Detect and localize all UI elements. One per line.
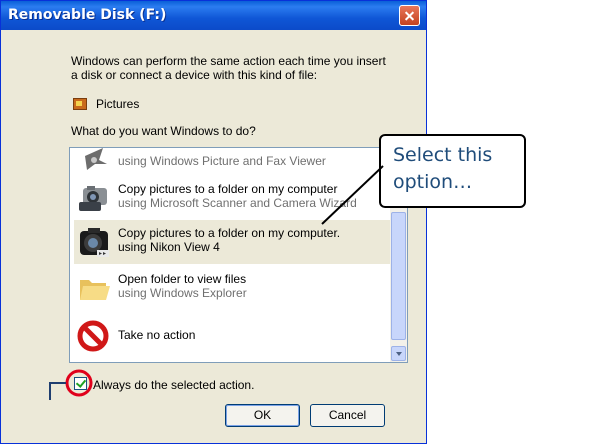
callout-box: Select this option… <box>379 134 526 208</box>
callout-line-1: Select this <box>393 144 493 166</box>
list-item[interactable]: Copy pictures to a folder on my computer… <box>74 220 390 264</box>
list-item[interactable]: using Windows Picture and Fax Viewer <box>74 148 390 178</box>
fax-viewer-icon <box>85 148 107 170</box>
content-type-label: Pictures <box>96 97 140 111</box>
callout-text: Select this option… <box>393 142 492 196</box>
action-subtitle: using Windows Explorer <box>118 286 247 300</box>
action-title: Copy pictures to a folder on my computer <box>118 182 338 196</box>
close-icon[interactable] <box>399 5 420 26</box>
cancel-button[interactable]: Cancel <box>310 404 385 427</box>
action-subtitle: using Microsoft Scanner and Camera Wizar… <box>118 196 357 210</box>
title-bar[interactable]: Removable Disk (F:) <box>1 1 426 30</box>
callout-line-2: option… <box>393 171 473 193</box>
autoplay-dialog: Removable Disk (F:) Windows can perform … <box>0 0 427 444</box>
intro-line-1: Windows can perform the same action each… <box>71 54 386 68</box>
nikon-camera-icon <box>80 228 109 257</box>
intro-line-2: a disk or connect a device with this kin… <box>71 68 318 82</box>
no-action-icon <box>77 320 109 352</box>
scroll-down-button[interactable] <box>391 346 406 361</box>
window-title: Removable Disk (F:) <box>8 7 167 23</box>
action-title: Open folder to view files <box>118 272 247 286</box>
ok-button[interactable]: OK <box>225 404 300 427</box>
always-do-label[interactable]: Always do the selected action. <box>93 378 254 392</box>
action-subtitle: using Windows Picture and Fax Viewer <box>118 154 326 168</box>
list-item[interactable]: Take no action <box>74 314 390 358</box>
list-item[interactable]: Copy pictures to a folder on my computer… <box>74 176 390 220</box>
action-list[interactable]: using Windows Picture and Fax Viewer Cop… <box>69 147 408 363</box>
list-item[interactable]: Open folder to view files using Windows … <box>74 266 390 310</box>
action-title: Take no action <box>118 328 196 342</box>
action-subtitle: using Nikon View 4 <box>118 240 220 254</box>
camera-wizard-icon <box>79 186 107 211</box>
question-label: What do you want Windows to do? <box>71 124 256 138</box>
always-do-checkbox[interactable] <box>74 377 87 390</box>
pictures-icon <box>73 98 87 110</box>
scrollbar-thumb[interactable] <box>391 212 406 340</box>
action-title: Copy pictures to a folder on my computer… <box>118 226 341 240</box>
folder-icon <box>80 280 110 300</box>
